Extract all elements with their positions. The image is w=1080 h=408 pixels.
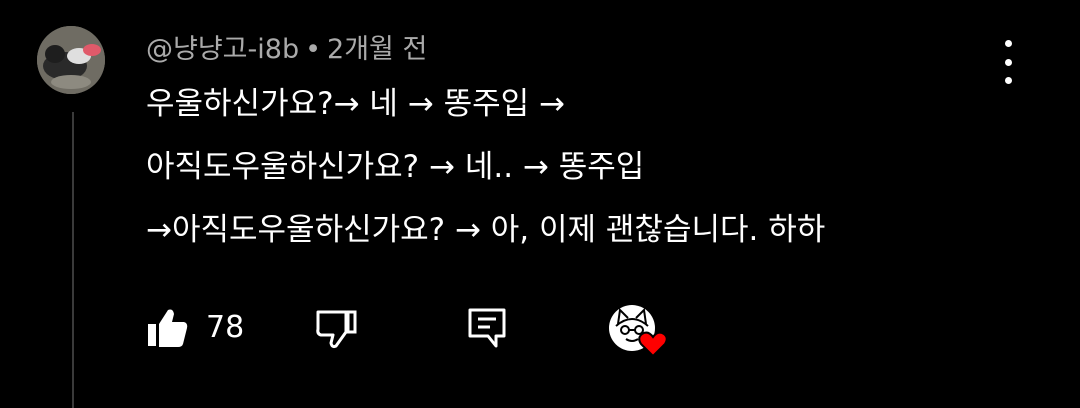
dislike-button[interactable] [314,308,358,352]
like-count: 78 [206,310,245,345]
avatar-image [37,26,105,94]
comment-actions: 78 [146,305,706,358]
comment-line: →아직도우울하신가요? → 아, 이제 괜찮습니다. 하하 [146,212,826,248]
comment-line: 우울하신가요?→ 네 → 똥주입 → [146,86,565,122]
more-vertical-icon-dot [1004,77,1012,84]
meta-separator: • [305,34,322,65]
reply-comment-icon [468,308,506,348]
more-vertical-icon-dot [1004,58,1012,66]
more-vertical-icon-dot [1004,40,1012,47]
comment-line: 아직도우울하신가요? → 네.. → 똥주입 [146,149,645,185]
author-name[interactable]: @냥냥고-i8b [146,34,299,65]
comment-time[interactable]: 2개월 전 [327,34,427,65]
avatar[interactable] [37,26,105,94]
creator-heart[interactable] [608,304,672,360]
more-options-button[interactable] [993,40,1023,84]
comment-header: @냥냥고-i8b • 2개월 전 [146,30,427,70]
heart-icon [638,331,668,358]
like-button[interactable] [146,306,190,350]
thumbs-up-icon [148,309,188,347]
comment-text: 우울하신가요?→ 네 → 똥주입 → 아직도우울하신가요? → 네.. → 똥주… [146,84,1046,273]
thumbs-down-icon [316,310,357,349]
reply-button[interactable] [466,306,510,350]
thread-line [72,112,74,408]
